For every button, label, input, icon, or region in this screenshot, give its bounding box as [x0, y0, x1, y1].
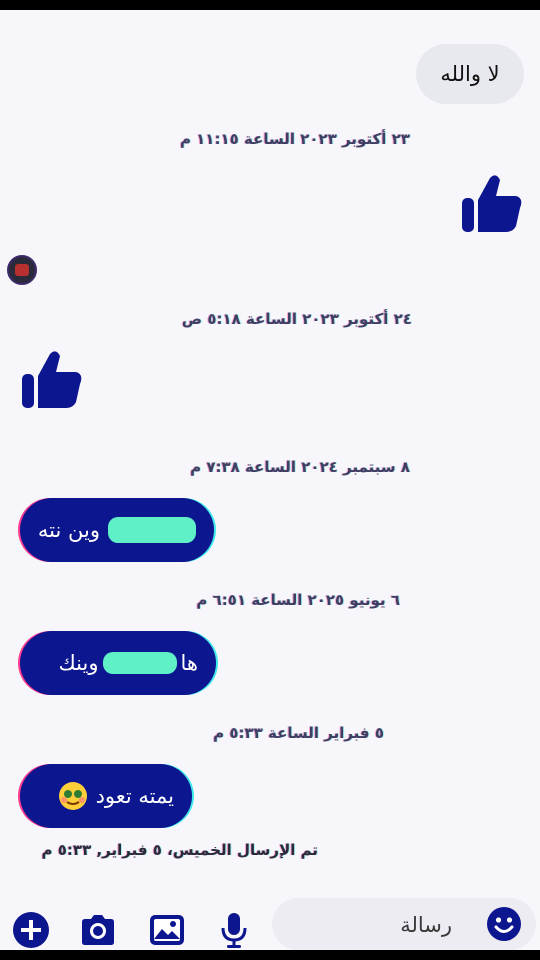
like-icon[interactable]: [18, 346, 84, 412]
read-receipt: تم الإرسال الخميس، ٥ فبراير, ٥:٣٣ م: [41, 841, 318, 859]
timestamp: ٨ سبتمبر ٢٠٢٤ الساعة ٧:٣٨ م: [190, 458, 410, 476]
timestamp: ٥ فبراير الساعة ٥:٣٣ م: [213, 724, 384, 742]
timestamp: ٢٤ أكتوبر ٢٠٢٣ الساعة ٥:١٨ ص: [181, 310, 412, 328]
redacted-name: [108, 517, 196, 543]
avatar[interactable]: [7, 255, 37, 285]
bottom-strip: [0, 950, 540, 960]
sent-message[interactable]: يمته تعود: [20, 764, 192, 828]
like-icon[interactable]: [458, 170, 524, 236]
incoming-message[interactable]: لا والله: [416, 44, 524, 104]
gallery-icon[interactable]: [147, 910, 187, 950]
add-icon[interactable]: [11, 910, 51, 950]
message-prefix: ها: [180, 651, 198, 675]
top-status-strip: [0, 0, 540, 10]
timestamp: ٢٣ أكتوبر ٢٠٢٣ الساعة ١١:١٥ م: [179, 130, 410, 148]
message-text: وينك: [58, 651, 99, 675]
emoji-face-icon: [58, 782, 87, 810]
mic-icon[interactable]: [214, 910, 254, 950]
message-text: لا والله: [440, 62, 500, 86]
emoji-icon[interactable]: [486, 906, 522, 942]
sent-message[interactable]: وين نته: [20, 498, 214, 562]
redacted-name: [102, 652, 177, 674]
message-text: وين نته: [37, 518, 100, 542]
composer-bar: [0, 890, 540, 952]
message-input-container[interactable]: [272, 898, 536, 950]
timestamp: ٦ يونيو ٢٠٢٥ الساعة ٦:٥١ م: [196, 591, 400, 609]
camera-icon[interactable]: [78, 910, 118, 950]
message-text: يمته تعود: [95, 784, 174, 808]
sent-message[interactable]: ها وينك: [20, 631, 216, 695]
message-input[interactable]: [302, 910, 452, 940]
